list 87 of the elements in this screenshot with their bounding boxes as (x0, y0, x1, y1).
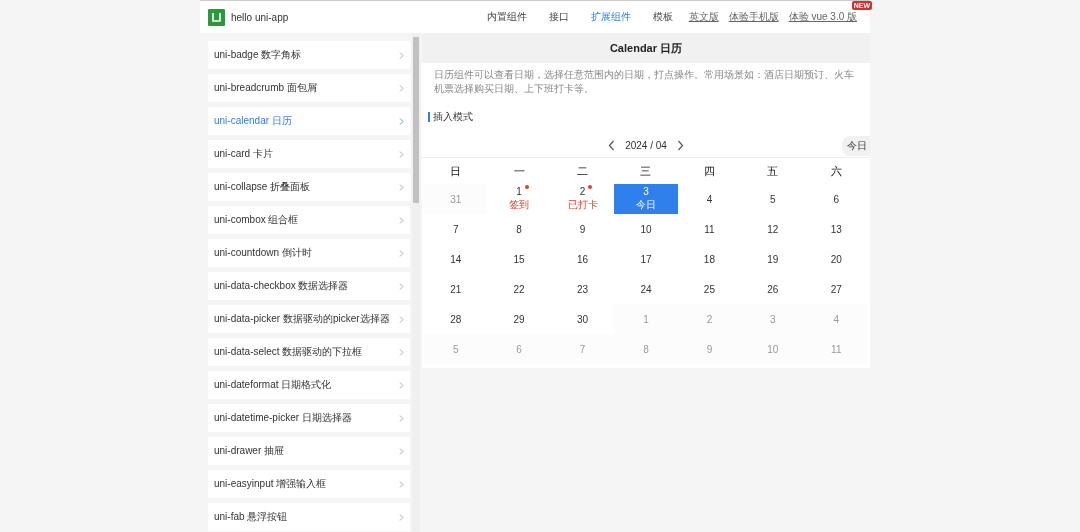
calendar-day[interactable]: 13 (804, 214, 868, 244)
chevron-right-icon (399, 216, 404, 224)
month-label: 2024 / 04 (625, 140, 667, 151)
chevron-right-icon (399, 381, 404, 389)
sidebar-item[interactable]: uni-datetime-picker 日期选择器 (208, 404, 410, 432)
calendar-day[interactable]: 23 (550, 274, 615, 304)
chevron-right-icon (399, 249, 404, 257)
sidebar-item[interactable]: uni-drawer 抽屉 (208, 437, 410, 465)
calendar-day[interactable]: 5 (741, 184, 805, 214)
nav-tab[interactable]: 接口 (537, 10, 580, 24)
scrollbar[interactable] (412, 33, 420, 532)
calendar-day[interactable]: 14 (424, 244, 488, 274)
sidebar-item[interactable]: uni-dateformat 日期格式化 (208, 371, 410, 399)
sidebar-item[interactable]: uni-collapse 折叠面板 (208, 173, 410, 201)
sidebar-item[interactable]: uni-data-checkbox 数据选择器 (208, 272, 410, 300)
day-note: 已打卡 (567, 198, 598, 212)
sidebar-item[interactable]: uni-data-select 数据驱动的下拉框 (208, 338, 410, 366)
chevron-right-icon (399, 282, 404, 290)
weekday-label: 二 (576, 164, 590, 179)
calendar-day[interactable]: 19 (741, 244, 805, 274)
day-note: 签到 (509, 198, 530, 212)
chevron-right-icon (399, 513, 404, 521)
calendar-day[interactable]: 4 (677, 184, 742, 214)
calendar-day[interactable]: 15 (487, 244, 551, 274)
calendar-day[interactable]: 30 (550, 304, 615, 334)
sidebar-item[interactable]: uni-countdown 倒计时 (208, 239, 410, 267)
calendar-day[interactable]: 3 今日 (614, 184, 678, 214)
today-button[interactable]: 今日 (842, 136, 870, 156)
chevron-right-icon[interactable] (676, 140, 684, 151)
calendar-day[interactable]: 26 (741, 274, 805, 304)
chevron-right-icon (399, 51, 404, 59)
calendar-day[interactable]: 27 (804, 274, 868, 304)
sidebar-item[interactable]: uni-badge 数字角标 (208, 41, 410, 69)
weekday-label: 五 (766, 164, 780, 179)
calendar-day[interactable]: 12 (741, 214, 805, 244)
chevron-right-icon (399, 414, 404, 422)
page-title: Calendar 日历 (422, 33, 870, 63)
calendar-day[interactable]: 29 (487, 304, 551, 334)
chevron-right-icon (399, 315, 404, 323)
chevron-right-icon (399, 348, 404, 356)
weekday-label: 四 (702, 164, 716, 179)
chevron-left-icon[interactable] (608, 140, 616, 151)
calendar-day[interactable]: 2 已打卡 (550, 184, 615, 214)
sidebar-item[interactable]: uni-easyinput 增强输入框 (208, 470, 410, 498)
calendar-day[interactable]: 21 (424, 274, 488, 304)
sidebar-item[interactable]: uni-combox 组合框 (208, 206, 410, 234)
chevron-right-icon (399, 117, 404, 125)
chevron-right-icon (399, 150, 404, 158)
section-title: 插入模式 (433, 110, 473, 124)
weekday-label: 日 (449, 164, 463, 179)
chevron-right-icon (399, 84, 404, 92)
calendar-day[interactable]: 28 (424, 304, 488, 334)
calendar-day[interactable]: 24 (614, 274, 678, 304)
app-logo-icon (208, 8, 225, 26)
description-text: 日历组件可以查看日期，选择任意范围内的日期，打点操作。常用场景如：酒店日期预订、火车机票选择购买日期、上下班打卡等。 (433, 68, 855, 96)
nav-tab[interactable]: 模板 (641, 10, 684, 24)
calendar-day[interactable]: 20 (804, 244, 868, 274)
calendar-day[interactable]: 17 (614, 244, 678, 274)
day-note: 今日 (636, 198, 656, 212)
weekday-label: 一 (512, 164, 526, 179)
nav-tab[interactable]: 内置组件 (475, 10, 538, 24)
sidebar-item[interactable]: uni-data-picker 数据驱动的picker选择器 (208, 305, 410, 333)
nav-link[interactable]: 体验手机版 (723, 10, 784, 24)
calendar-day[interactable]: 6 (804, 184, 868, 214)
nav-tab[interactable]: 扩展组件 (579, 10, 642, 24)
nav-link[interactable]: 英文版 (683, 10, 724, 24)
chevron-right-icon (399, 183, 404, 191)
sidebar-item[interactable]: uni-calendar 日历 (208, 107, 410, 135)
app-title: hello uni-app (231, 11, 289, 23)
calendar-day[interactable]: 10 (614, 214, 678, 244)
calendar-day[interactable]: 25 (677, 274, 742, 304)
calendar-day[interactable]: 16 (550, 244, 615, 274)
calendar-day[interactable]: 11 (677, 214, 742, 244)
weekday-label: 三 (639, 164, 653, 179)
sidebar-item[interactable]: uni-breadcrumb 面包屑 (208, 74, 410, 102)
calendar-day[interactable]: 18 (677, 244, 742, 274)
calendar-day[interactable]: 8 (487, 214, 551, 244)
sidebar-item[interactable]: uni-fab 悬浮按钮 (208, 503, 410, 531)
chevron-right-icon (399, 480, 404, 488)
nav-link[interactable]: 体验 vue 3.0 版 (783, 10, 862, 24)
calendar-day[interactable]: 1 签到 (487, 184, 551, 214)
chevron-right-icon (399, 447, 404, 455)
weekday-label: 六 (829, 164, 843, 179)
calendar-day[interactable]: 7 (424, 214, 488, 244)
calendar-day[interactable]: 9 (550, 214, 615, 244)
calendar-day[interactable]: 22 (487, 274, 551, 304)
sidebar-item[interactable]: uni-card 卡片 (208, 140, 410, 168)
